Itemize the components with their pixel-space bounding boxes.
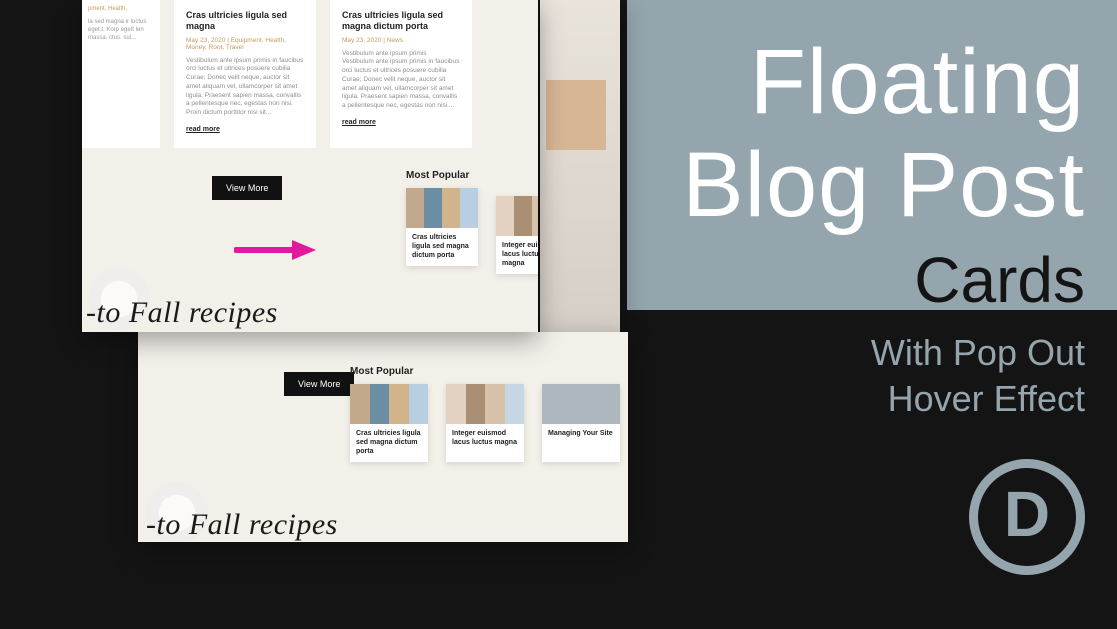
- divi-logo-icon: D: [969, 459, 1085, 575]
- screenshot-panel-bottom: View More Most Popular Cras ultricies li…: [138, 332, 628, 542]
- blog-card[interactable]: Cras ultricies ligula sed magna May 23, …: [174, 0, 316, 148]
- blog-card-excerpt: la sed magna ir luctus eget.t. Korp eget…: [88, 18, 154, 42]
- most-popular-heading: Most Popular: [350, 366, 413, 377]
- read-more-link[interactable]: read more: [342, 119, 376, 126]
- subheadline-line-1: With Pop Out: [871, 332, 1085, 374]
- tutorial-hero-banner: Floating Blog Post Cards With Pop Out Ho…: [0, 0, 1117, 629]
- popular-card[interactable]: Integer euismod lacus luctus magna: [446, 384, 524, 462]
- blog-card-excerpt: Vestibulum ante ipsum primis Vestibulum …: [342, 50, 460, 111]
- blog-card-meta: May 23, 2020 | News: [342, 37, 460, 44]
- cropped-thumbnail: [546, 80, 606, 150]
- popular-card[interactable]: Cras ultricies ligula sed magna dictum p…: [350, 384, 428, 462]
- blog-card-title: Cras ultricies ligula sed magna dictum p…: [342, 10, 460, 33]
- popular-card-title: Cras ultricies ligula sed magna dictum p…: [406, 228, 478, 266]
- blog-card-meta: pment, Health,: [88, 6, 154, 12]
- view-more-button[interactable]: View More: [212, 176, 282, 200]
- headline-line-1: Floating: [750, 30, 1085, 135]
- popular-card-title: Integer euismod lacus luctus magna: [496, 236, 538, 274]
- popular-thumbnail: [406, 188, 478, 228]
- view-more-button[interactable]: View More: [284, 372, 354, 396]
- popular-cards-row: Cras ultricies ligula sed magna dictum p…: [406, 188, 538, 266]
- blog-card-cropped: pment, Health, la sed magna ir luctus eg…: [82, 0, 160, 148]
- blog-card-title: Cras ultricies ligula sed magna: [186, 10, 304, 33]
- popular-thumbnail: [542, 384, 620, 424]
- blog-card[interactable]: Cras ultricies ligula sed magna dictum p…: [330, 0, 472, 148]
- most-popular-heading: Most Popular: [406, 170, 469, 181]
- fall-recipes-heading: -to Fall recipes: [86, 296, 278, 330]
- popular-card[interactable]: Cras ultricies ligula sed magna dictum p…: [406, 188, 478, 266]
- fall-recipes-heading: -to Fall recipes: [146, 508, 338, 542]
- popular-card[interactable]: Integer euismod lacus luctus magna: [496, 196, 538, 274]
- popular-cards-row: Cras ultricies ligula sed magna dictum p…: [350, 384, 620, 462]
- divi-logo-letter: D: [1004, 477, 1050, 551]
- blog-card-meta: May 23, 2020 | Equipment, Health, Money,…: [186, 37, 304, 51]
- screenshot-panel-top: pment, Health, la sed magna ir luctus eg…: [82, 0, 538, 332]
- headline-line-3: Cards: [914, 243, 1085, 317]
- read-more-link[interactable]: read more: [186, 126, 220, 133]
- popular-thumbnail: [496, 196, 538, 236]
- subheadline-line-2: Hover Effect: [888, 378, 1085, 420]
- screenshot-panel-side: [540, 0, 620, 332]
- annotation-arrow-icon: [234, 240, 316, 260]
- popular-thumbnail: [446, 384, 524, 424]
- popular-thumbnail: [350, 384, 428, 424]
- blog-card-excerpt: Vestibulum ante ipsum primis in faucibus…: [186, 57, 304, 118]
- popular-card-title: Managing Your Site: [542, 424, 620, 445]
- popular-card[interactable]: Managing Your Site: [542, 384, 620, 462]
- headline-line-2: Blog Post: [682, 133, 1085, 238]
- blog-cards-row: pment, Health, la sed magna ir luctus eg…: [82, 0, 472, 148]
- popular-card-title: Integer euismod lacus luctus magna: [446, 424, 524, 454]
- popular-card-title: Cras ultricies ligula sed magna dictum p…: [350, 424, 428, 462]
